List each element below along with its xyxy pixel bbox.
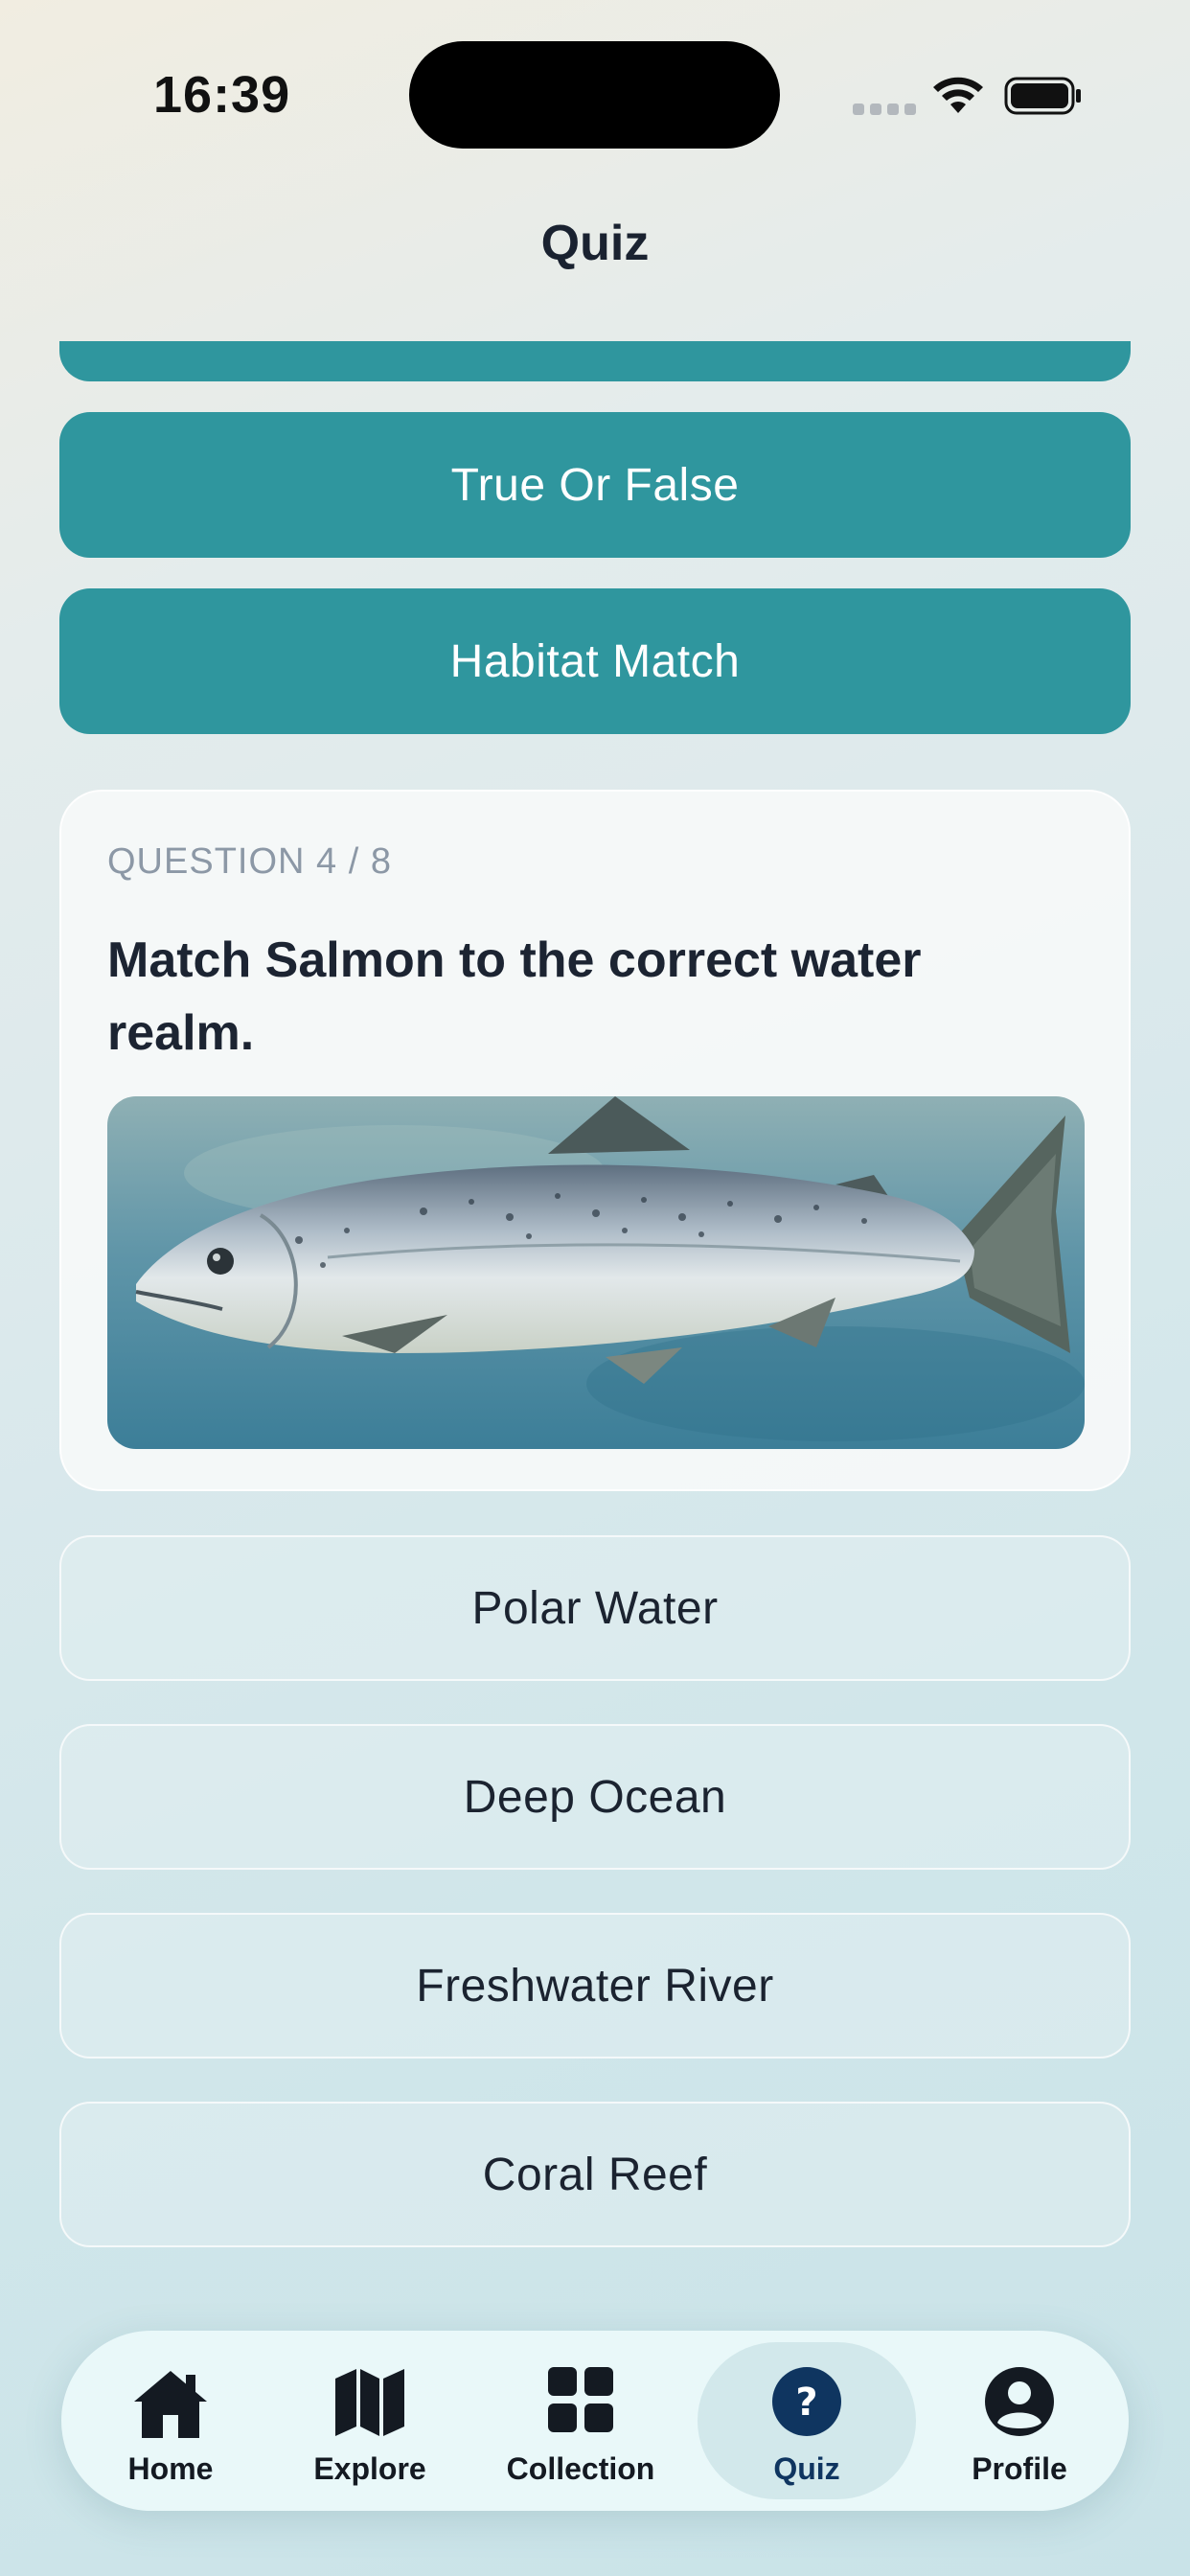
answer-polar-water[interactable]: Polar Water: [59, 1535, 1131, 1681]
status-time: 16:39: [153, 66, 291, 124]
map-icon: [335, 2369, 404, 2436]
tab-quiz[interactable]: ? Quiz: [698, 2342, 916, 2499]
page-title: Quiz: [540, 216, 650, 271]
tab-profile[interactable]: Profile: [910, 2342, 1129, 2499]
question-icon: ?: [772, 2367, 841, 2436]
dynamic-island: [409, 41, 780, 149]
grid-icon: [548, 2367, 613, 2432]
quiz-scroll-area[interactable]: True Or False Habitat Match QUESTION 4 /…: [0, 341, 1190, 2258]
person-icon: [985, 2367, 1054, 2436]
bottom-tab-bar: Home Explore Collection ? Quiz Profile: [61, 2331, 1129, 2511]
salmon-image: [107, 1096, 1085, 1449]
tab-collection[interactable]: Collection: [471, 2342, 690, 2499]
tab-home[interactable]: Home: [61, 2342, 280, 2499]
tab-label-home: Home: [127, 2451, 214, 2486]
tab-label-collection: Collection: [506, 2451, 655, 2486]
tab-label-explore: Explore: [313, 2451, 426, 2486]
tab-label-profile: Profile: [972, 2451, 1067, 2486]
question-text: Match Salmon to the correct water realm.: [107, 932, 922, 1061]
answer-coral-reef[interactable]: Coral Reef: [59, 2102, 1131, 2247]
question-counter: QUESTION 4 / 8: [107, 841, 392, 882]
wifi-icon: [933, 77, 983, 113]
tab-label-quiz: Quiz: [773, 2451, 840, 2486]
battery-icon: [1004, 77, 1081, 115]
cellular-signal-icon: [853, 104, 916, 115]
true-or-false-button[interactable]: True Or False: [59, 412, 1131, 558]
question-card: QUESTION 4 / 8 Match Salmon to the corre…: [59, 790, 1131, 1491]
home-icon: [134, 2371, 207, 2438]
answer-freshwater-river[interactable]: Freshwater River: [59, 1913, 1131, 2058]
svg-text:?: ?: [795, 2380, 817, 2425]
tab-explore[interactable]: Explore: [261, 2342, 479, 2499]
habitat-match-button[interactable]: Habitat Match: [59, 588, 1131, 734]
answer-deep-ocean[interactable]: Deep Ocean: [59, 1724, 1131, 1870]
quiz-mode-button-partial[interactable]: [59, 341, 1131, 381]
